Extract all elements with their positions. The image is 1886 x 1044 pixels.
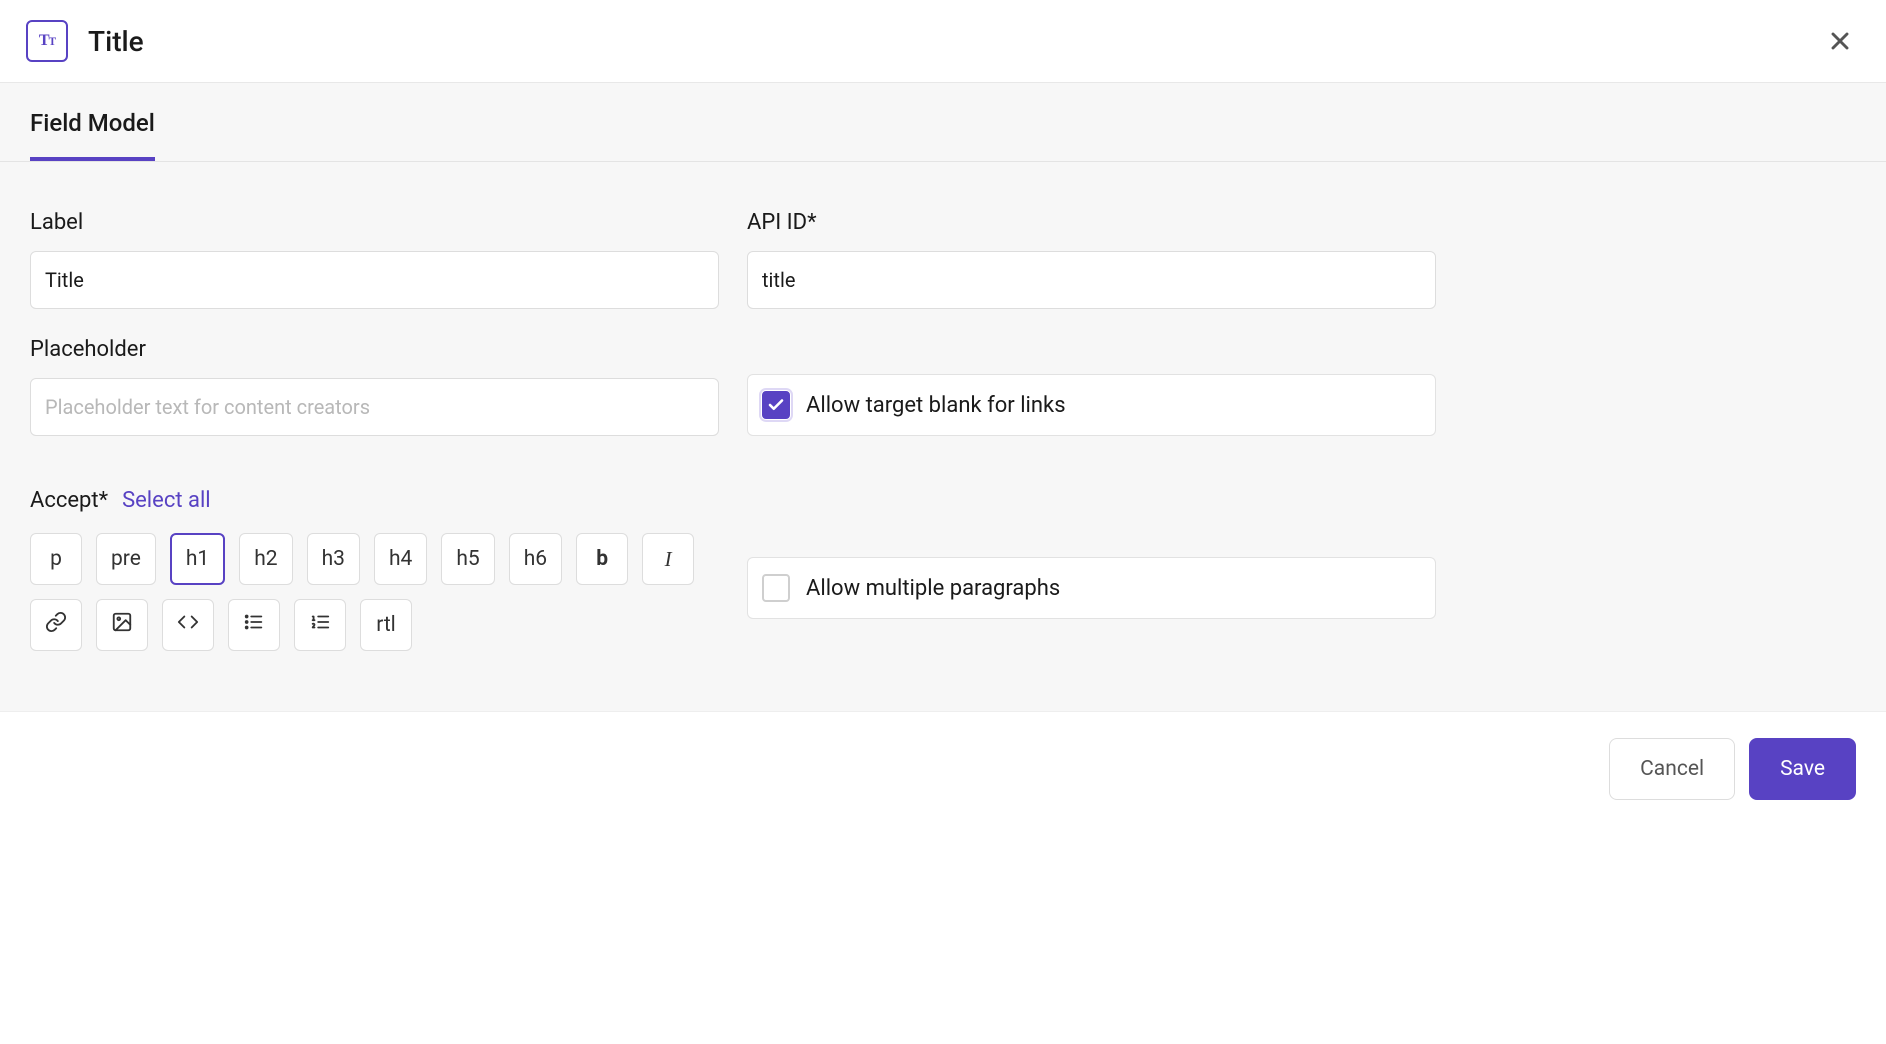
format-h5-button[interactable]: h5 <box>441 533 494 585</box>
format-link-button[interactable] <box>30 599 82 651</box>
image-icon <box>111 611 133 639</box>
format-h4-button[interactable]: h4 <box>374 533 427 585</box>
allow-target-blank-checkbox[interactable] <box>762 391 790 419</box>
tab-field-model[interactable]: Field Model <box>30 83 155 161</box>
form-content: Label API ID* Placeholder Allow target b… <box>0 162 1886 711</box>
text-icon: TT <box>39 32 55 50</box>
header-left: TT Title <box>26 20 144 62</box>
cancel-button[interactable]: Cancel <box>1609 738 1735 800</box>
list-ol-icon <box>309 611 331 639</box>
allow-multiple-option[interactable]: Allow multiple paragraphs <box>747 557 1436 619</box>
format-ol-button[interactable] <box>294 599 346 651</box>
format-p-button[interactable]: p <box>30 533 82 585</box>
format-italic-button[interactable]: I <box>642 533 694 585</box>
select-all-link[interactable]: Select all <box>122 488 211 513</box>
label-group: Label <box>30 210 719 309</box>
link-icon <box>45 611 67 639</box>
list-ul-icon <box>243 611 265 639</box>
format-h1-button[interactable]: h1 <box>170 533 225 585</box>
format-embed-button[interactable] <box>162 599 214 651</box>
save-button[interactable]: Save <box>1749 738 1856 800</box>
close-button[interactable] <box>1820 21 1860 61</box>
format-h3-button[interactable]: h3 <box>307 533 360 585</box>
allow-multiple-label: Allow multiple paragraphs <box>806 576 1060 601</box>
apiid-field-label: API ID* <box>747 210 1436 235</box>
multiple-paragraphs-group: Allow multiple paragraphs <box>747 557 1436 651</box>
format-image-button[interactable] <box>96 599 148 651</box>
check-icon <box>767 396 785 414</box>
format-h6-button[interactable]: h6 <box>509 533 562 585</box>
accept-group: Accept* Select all ppre h1 h2 h3 h4 h5 h6 bIrtl <box>30 464 719 651</box>
close-icon <box>1826 27 1854 55</box>
apiid-input[interactable] <box>747 251 1436 309</box>
format-buttons: ppre h1 h2 h3 h4 h5 h6 bIrtl <box>30 533 718 651</box>
format-h2-button[interactable]: h2 <box>239 533 292 585</box>
format-ul-button[interactable] <box>228 599 280 651</box>
allow-target-blank-label: Allow target blank for links <box>806 393 1066 418</box>
target-blank-group: Allow target blank for links <box>747 337 1436 436</box>
format-bold-button[interactable]: b <box>576 533 628 585</box>
label-field-label: Label <box>30 210 719 235</box>
allow-multiple-checkbox[interactable] <box>762 574 790 602</box>
label-input[interactable] <box>30 251 719 309</box>
dialog-footer: Cancel Save <box>0 711 1886 826</box>
field-type-icon: TT <box>26 20 68 62</box>
dialog-title: Title <box>88 25 144 58</box>
placeholder-input[interactable] <box>30 378 719 436</box>
dialog-header: TT Title <box>0 0 1886 83</box>
format-pre-button[interactable]: pre <box>96 533 156 585</box>
tabs: Field Model <box>0 83 1886 162</box>
placeholder-group: Placeholder <box>30 337 719 436</box>
apiid-group: API ID* <box>747 210 1436 309</box>
allow-target-blank-option[interactable]: Allow target blank for links <box>747 374 1436 436</box>
placeholder-field-label: Placeholder <box>30 337 719 362</box>
accept-label: Accept* <box>30 488 108 513</box>
format-rtl-button[interactable]: rtl <box>360 599 412 651</box>
code-icon <box>177 611 199 639</box>
